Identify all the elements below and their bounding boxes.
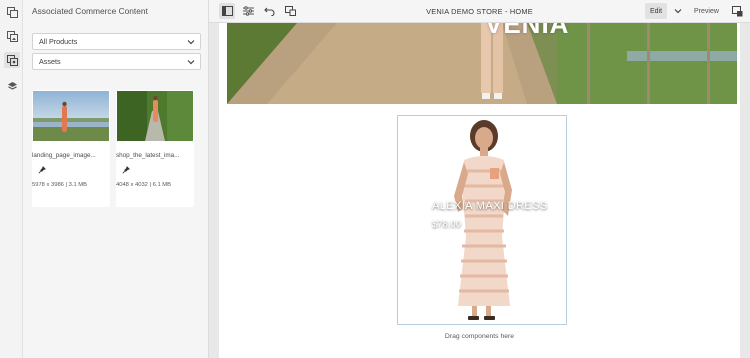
device-emulator-icon — [284, 6, 296, 16]
sliders-icon — [242, 6, 254, 16]
asset-card[interactable]: landing_page_image... 5978 x 3986 | 3.1 … — [32, 90, 110, 207]
editor-toolbar: VENIA DEMO STORE - HOME Edit Preview — [209, 0, 750, 23]
panel-title: Associated Commerce Content — [32, 6, 148, 16]
hero-heading: VENIA — [485, 23, 570, 39]
product-filter-value: All Products — [39, 37, 78, 46]
editor-canvas: VENIA ALEXIA MAXI DRESS $78.00 Drag comp… — [209, 23, 750, 358]
chevron-down-icon — [187, 60, 195, 65]
assets-icon[interactable] — [4, 28, 20, 44]
asset-meta: 4048 x 4032 | 6.1 MB — [116, 182, 172, 188]
asset-name: shop_the_latest_ima... — [116, 152, 180, 159]
chevron-down-icon — [674, 9, 682, 14]
annotate-icon — [731, 5, 742, 16]
page-properties-button[interactable] — [240, 3, 256, 19]
toggle-side-panel-button[interactable] — [219, 3, 235, 19]
product-name: ALEXIA MAXI DRESS — [432, 200, 548, 212]
mode-menu-button[interactable] — [670, 3, 686, 19]
emulator-button[interactable] — [282, 3, 298, 19]
page-preview: VENIA ALEXIA MAXI DRESS $78.00 Drag comp… — [219, 23, 740, 358]
product-image — [398, 116, 566, 324]
pin-icon — [38, 166, 46, 174]
edit-mode-button[interactable]: Edit — [645, 3, 667, 19]
content-type-select[interactable]: Assets — [32, 53, 201, 70]
drop-zone-hint[interactable]: Drag components here — [219, 333, 740, 340]
annotations-button[interactable] — [729, 3, 745, 19]
hero-image — [227, 23, 737, 104]
asset-meta: 5978 x 3986 | 3.1 MB — [32, 182, 88, 188]
undo-button[interactable] — [261, 3, 277, 19]
asset-thumbnail — [33, 91, 109, 141]
pin-icon — [122, 166, 130, 174]
hero-banner[interactable]: VENIA — [227, 23, 737, 104]
editor-app: Associated Commerce Content All Products… — [0, 0, 750, 358]
chevron-down-icon — [187, 40, 195, 45]
side-rail — [0, 0, 23, 358]
layers-icon[interactable] — [4, 78, 20, 94]
product-teaser[interactable]: ALEXIA MAXI DRESS $78.00 — [397, 115, 567, 325]
site-pages-icon[interactable] — [4, 4, 20, 20]
content-type-value: Assets — [39, 57, 61, 66]
commerce-content-icon[interactable] — [4, 52, 20, 68]
product-price: $78.00 — [432, 219, 462, 230]
asset-name: landing_page_image... — [32, 152, 96, 159]
product-filter-select[interactable]: All Products — [32, 33, 201, 50]
asset-thumbnail — [117, 91, 193, 141]
undo-icon — [263, 7, 274, 16]
commerce-content-panel: Associated Commerce Content All Products… — [23, 0, 209, 358]
side-panel-icon — [221, 6, 233, 16]
asset-card[interactable]: shop_the_latest_ima... 4048 x 4032 | 6.1… — [116, 90, 194, 207]
preview-mode-button[interactable]: Preview — [694, 3, 719, 19]
